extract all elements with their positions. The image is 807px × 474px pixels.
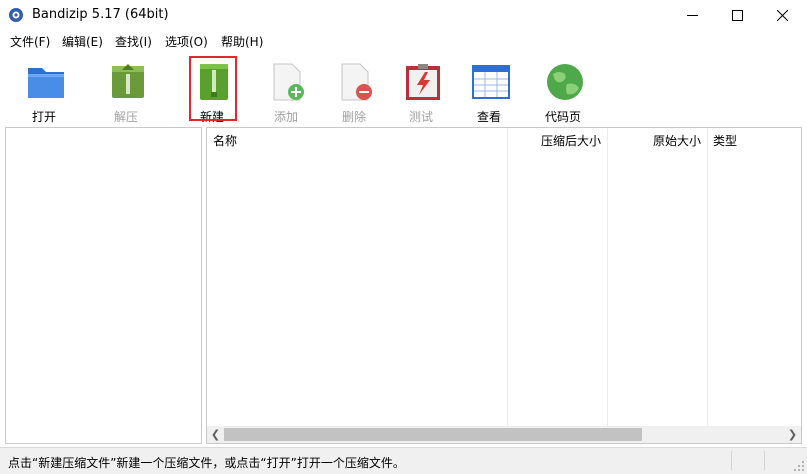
delete-label: 删除 [341, 110, 366, 124]
delete-icon [341, 63, 372, 101]
open-label: 打开 [31, 110, 56, 124]
file-list-pane[interactable]: 名称 压缩后大小 原始大小 类型 ❮ ❯ [206, 127, 802, 444]
menu-bar: 文件(F) 编辑(E) 查找(I) 选项(O) 帮助(H) [0, 30, 807, 52]
column-original-size-header[interactable]: 原始大小 [653, 132, 701, 149]
add-button[interactable]: 添加 [256, 58, 316, 124]
codepage-label: 代码页 [544, 110, 581, 124]
view-icon [472, 65, 510, 99]
menu-options[interactable]: 选项(O) [165, 33, 208, 50]
view-label: 查看 [476, 110, 501, 124]
column-name-header[interactable]: 名称 [213, 132, 237, 149]
column-type-header[interactable]: 类型 [713, 132, 737, 149]
test-icon [406, 64, 440, 100]
close-button[interactable] [760, 0, 805, 30]
test-label: 测试 [408, 110, 433, 124]
status-cell [764, 451, 765, 470]
close-icon [777, 9, 788, 21]
column-divider [707, 128, 708, 428]
resize-grip-icon[interactable] [793, 460, 805, 472]
maximize-button[interactable] [715, 0, 760, 30]
extract-icon [112, 64, 144, 98]
window-title: Bandizip 5.17 (64bit) [32, 7, 169, 22]
add-icon [273, 63, 304, 101]
status-text: 点击“新建压缩文件”新建一个压缩文件，或点击“打开”打开一个压缩文件。 [8, 456, 405, 470]
new-archive-highlight [189, 56, 237, 121]
menu-find[interactable]: 查找(I) [115, 33, 152, 50]
scroll-left-icon[interactable]: ❮ [207, 426, 224, 443]
extract-button[interactable]: 解压 [96, 58, 156, 124]
folder-tree-pane[interactable] [5, 127, 202, 444]
menu-help[interactable]: 帮助(H) [221, 33, 263, 50]
menu-edit[interactable]: 编辑(E) [62, 33, 103, 50]
minimize-icon [687, 14, 698, 16]
open-button[interactable]: 打开 [14, 58, 74, 124]
scrollbar-thumb[interactable] [224, 428, 642, 441]
column-compressed-size-header[interactable]: 压缩后大小 [541, 132, 601, 149]
delete-button[interactable]: 删除 [324, 58, 384, 124]
menu-file[interactable]: 文件(F) [10, 33, 50, 50]
codepage-button[interactable]: 代码页 [533, 58, 593, 124]
status-cell [731, 451, 732, 470]
app-icon [9, 8, 23, 22]
scroll-right-icon[interactable]: ❯ [784, 426, 801, 443]
open-icon [28, 68, 64, 98]
test-button[interactable]: 测试 [391, 58, 451, 124]
maximize-icon [732, 9, 743, 21]
codepage-icon [547, 64, 583, 100]
status-bar: 点击“新建压缩文件”新建一个压缩文件，或点击“打开”打开一个压缩文件。 [0, 447, 807, 474]
horizontal-scrollbar[interactable]: ❮ ❯ [207, 426, 801, 443]
minimize-button[interactable] [670, 0, 715, 30]
column-divider [607, 128, 608, 428]
view-button[interactable]: 查看 [459, 58, 519, 124]
extract-label: 解压 [113, 110, 138, 124]
toolbar: 打开 解压 新建 添加 删除 测试 查看 代码页 [0, 52, 807, 155]
title-bar: Bandizip 5.17 (64bit) [0, 0, 807, 30]
add-label: 添加 [273, 110, 298, 124]
column-divider [507, 128, 508, 428]
